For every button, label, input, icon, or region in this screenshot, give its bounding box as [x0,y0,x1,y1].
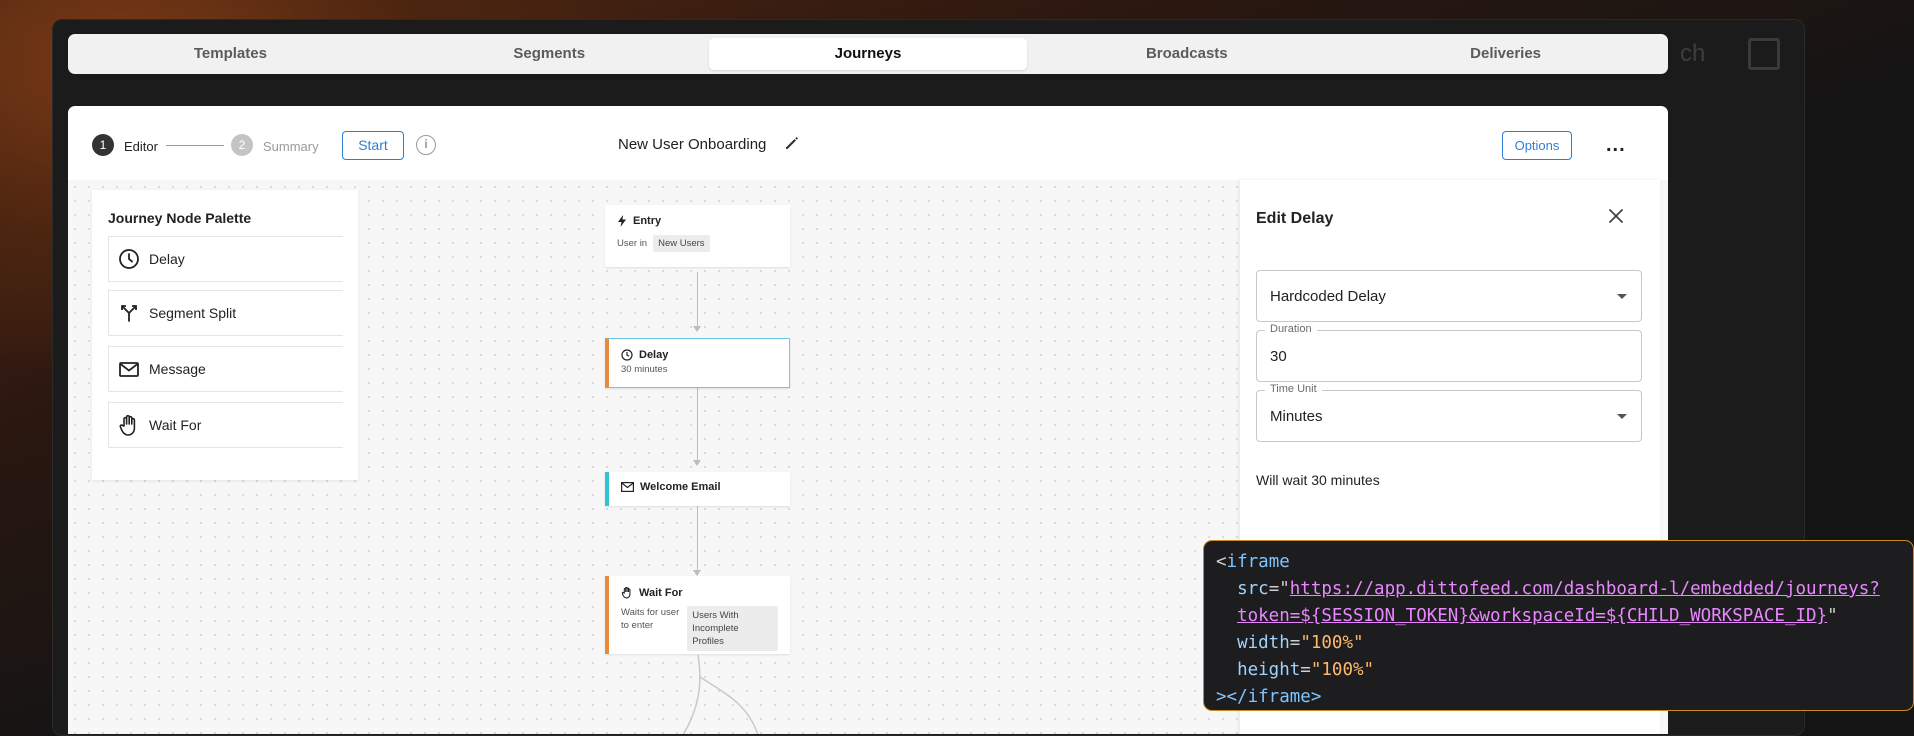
edge-arrow [693,460,701,466]
code-token: width [1237,633,1290,653]
palette-item-label: Message [149,361,206,377]
node-entry-body: User in New Users [617,235,778,252]
step-2-number[interactable]: 2 [231,134,253,156]
clock-icon [117,247,141,271]
code-url[interactable]: token=${SESSION_TOKEN}&workspaceId=${CHI… [1237,606,1827,626]
tab-segments[interactable]: Segments [390,38,709,70]
code-token: "100%" [1310,660,1375,680]
node-palette: Journey Node Palette Delay Segment Split… [92,190,358,480]
node-wait-sub-line: Waits for user [621,607,680,618]
palette-item-delay[interactable]: Delay [108,236,343,282]
tab-templates[interactable]: Templates [71,38,390,70]
duration-label: Duration [1265,323,1317,335]
node-wait-sub-line: to enter [621,620,654,631]
node-delay[interactable]: Delay 30 minutes [605,338,790,388]
chevron-down-icon [1617,294,1627,299]
segment-pill-line: Users With [692,610,739,621]
code-line-5: height="100%" [1237,660,1375,680]
code-line-1: <iframe [1216,549,1901,576]
code-token: height [1237,660,1301,680]
palette-item-label: Segment Split [149,305,237,321]
node-wait-title: Wait For [639,586,683,599]
code-token: src [1237,579,1269,599]
tab-deliveries[interactable]: Deliveries [1346,38,1665,70]
code-line-3: token=${SESSION_TOKEN}&workspaceId=${CHI… [1237,606,1838,626]
code-token: iframe [1226,552,1290,572]
segment-pill-line: Incomplete Profiles [692,623,739,647]
node-wait-sub: Waits for user to enter [621,606,679,632]
palette-item-label: Wait For [149,417,202,433]
node-wait-body: Waits for user to enter Users With Incom… [621,606,778,651]
code-line-2: src="https://app.dittofeed.com/dashboard… [1237,579,1880,599]
node-welcome-email[interactable]: Welcome Email [605,472,790,506]
code-line-6: ></iframe> [1216,684,1901,711]
background-text: ch [1680,40,1706,67]
step-connector [166,145,224,146]
palette-title: Journey Node Palette [108,210,252,226]
lightning-icon [618,215,626,227]
options-button[interactable]: Options [1502,131,1572,160]
panel-title: Edit Delay [1256,210,1334,227]
time-unit-select[interactable]: Time Unit Minutes [1256,383,1642,442]
node-entry-header: Entry [617,215,778,227]
segment-pill: New Users [653,235,710,252]
palette-item-segment-split[interactable]: Segment Split [108,290,343,336]
split-icon [117,301,141,325]
palette-item-label: Delay [149,251,185,267]
edge-wait-branches [682,655,759,734]
more-icon[interactable]: ... [1606,134,1626,157]
node-wait-header: Wait For [621,586,778,599]
info-icon[interactable]: i [416,135,436,155]
start-button[interactable]: Start [342,131,404,160]
mail-icon [621,482,634,492]
code-token: < [1216,552,1227,572]
toolbar: 1 Editor 2 Summary Start i New User Onbo… [68,106,1668,180]
clock-icon [621,349,633,361]
journey-title: New User Onboarding [618,136,767,153]
tab-journeys[interactable]: Journeys [708,38,1028,70]
node-entry-sub: User in [617,238,648,249]
hand-icon [117,413,141,437]
hand-icon [621,586,631,599]
duration-field[interactable]: Duration 30 [1256,323,1642,382]
code-line-4: width="100%" [1237,633,1364,653]
node-email-header: Welcome Email [621,481,778,493]
edge-entry-delay [697,272,698,330]
time-unit-label: Time Unit [1265,383,1322,395]
delay-type-select[interactable]: Hardcoded Delay [1256,270,1642,322]
step-1-label[interactable]: Editor [124,139,158,154]
step-1-number[interactable]: 1 [92,134,114,156]
code-token: ></iframe> [1216,687,1322,707]
delay-type-value: Hardcoded Delay [1270,288,1386,305]
node-entry[interactable]: Entry User in New Users [605,205,790,267]
duration-value: 30 [1270,348,1287,365]
delay-summary: Will wait 30 minutes [1256,472,1380,488]
edge-email-wait [697,506,698,574]
node-wait-for[interactable]: Wait For Waits for user to enter Users W… [605,576,790,654]
node-entry-title: Entry [633,215,662,227]
node-delay-header: Delay [621,349,777,361]
edge-arrow [693,326,701,332]
iframe-code-snippet: <iframe src="https://app.dittofeed.com/d… [1203,540,1914,711]
node-email-title: Welcome Email [640,481,721,493]
node-delay-title: Delay [639,349,669,361]
main-tabs: Templates Segments Journeys Broadcasts D… [68,34,1668,74]
edge-delay-email [697,388,698,464]
code-token: "100%" [1300,633,1364,653]
code-url[interactable]: https://app.dittofeed.com/dashboard-l/em… [1290,579,1880,599]
tab-broadcasts[interactable]: Broadcasts [1027,38,1346,70]
node-delay-sub: 30 minutes [621,364,668,375]
close-icon[interactable] [1608,208,1624,224]
step-2-label[interactable]: Summary [263,139,319,154]
pencil-icon[interactable] [784,135,800,151]
segment-pill: Users With Incomplete Profiles [687,606,778,651]
external-link-icon [1748,38,1780,70]
chevron-down-icon [1617,414,1627,419]
mail-icon [117,357,141,381]
palette-item-message[interactable]: Message [108,346,343,392]
palette-item-wait-for[interactable]: Wait For [108,402,343,448]
time-unit-value: Minutes [1270,408,1323,425]
